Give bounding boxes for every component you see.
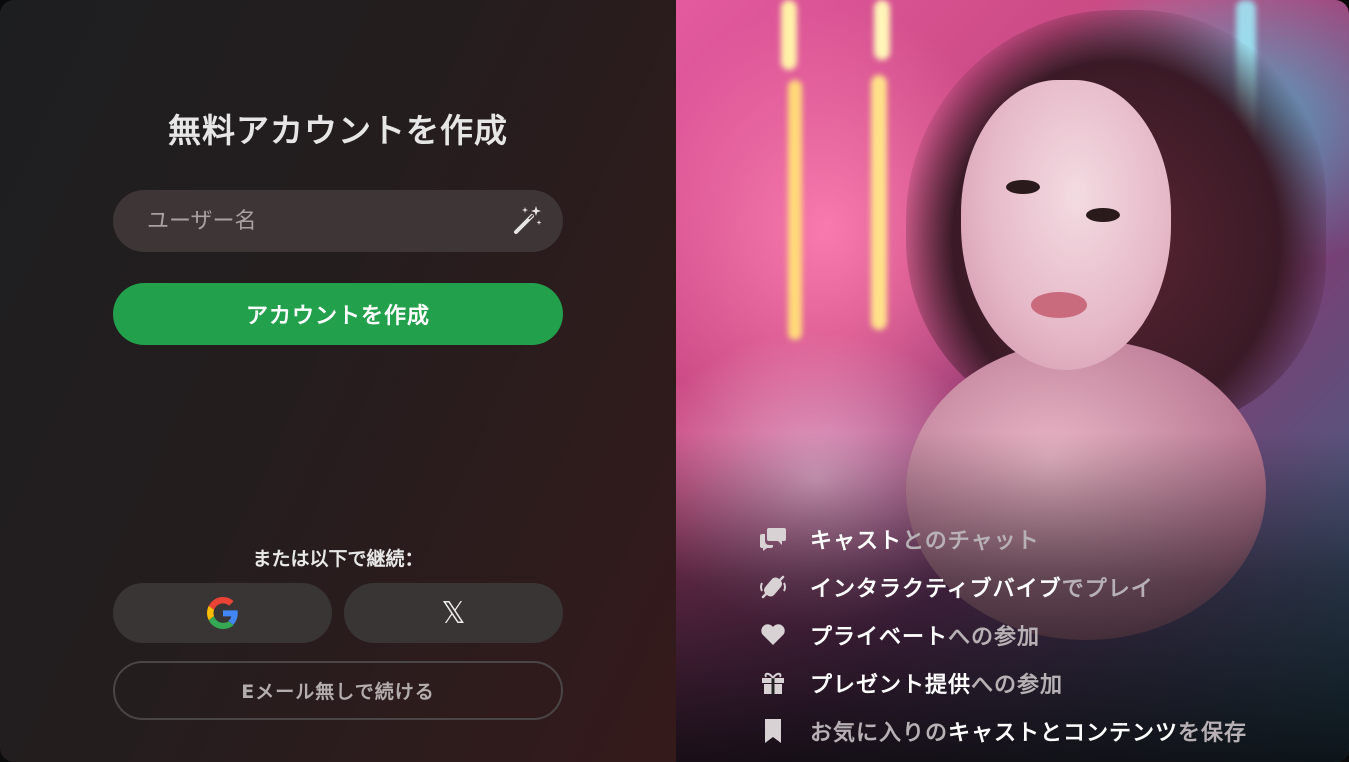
google-logo-icon [206,597,238,629]
neon-light [788,80,802,340]
model-eye [1086,208,1120,222]
feature-item-gift: プレゼント提供 への参加 [758,659,1247,707]
neon-light [781,0,797,70]
model-eye [1006,180,1040,194]
or-continue-label: または以下で継続： [252,548,424,570]
continue-without-email-button[interactable]: Eメール無しで続ける [113,661,563,720]
feature-item-private: プライベート への参加 [758,611,1247,659]
feature-item-vibe: インタラクティブバイブ でプレイ [758,563,1247,611]
gift-icon [758,668,788,698]
signup-panel: 無料アカウントを作成 アカウントを作成 または以下で継続： 𝕏 [0,0,676,762]
google-login-button[interactable] [113,583,332,643]
signup-title: 無料アカウントを作成 [168,111,508,150]
chat-bubbles-icon [758,524,788,554]
signup-modal: 無料アカウントを作成 アカウントを作成 または以下で継続： 𝕏 [0,0,1349,762]
neon-light [871,75,887,330]
hero-image-panel: キャスト との チャット インタラクティブバイブ でプレイ プライベート への参… [676,0,1349,762]
model-face [961,80,1171,370]
magic-wand-icon[interactable] [509,203,545,239]
neon-light [874,0,890,60]
heart-icon [758,620,788,650]
username-field[interactable] [113,190,563,252]
vibrate-off-icon [758,572,788,602]
bookmark-icon [758,716,788,746]
feature-item-chat: キャスト との チャット [758,515,1247,563]
create-account-button[interactable]: アカウントを作成 [113,283,563,345]
x-logo-icon: 𝕏 [441,595,466,631]
feature-list: キャスト との チャット インタラクティブバイブ でプレイ プライベート への参… [758,515,1247,755]
username-input[interactable] [113,190,563,252]
model-lips [1031,292,1087,318]
feature-item-favorites: お気に入りの キャストとコンテンツ を保存 [758,707,1247,755]
x-login-button[interactable]: 𝕏 [344,583,563,643]
